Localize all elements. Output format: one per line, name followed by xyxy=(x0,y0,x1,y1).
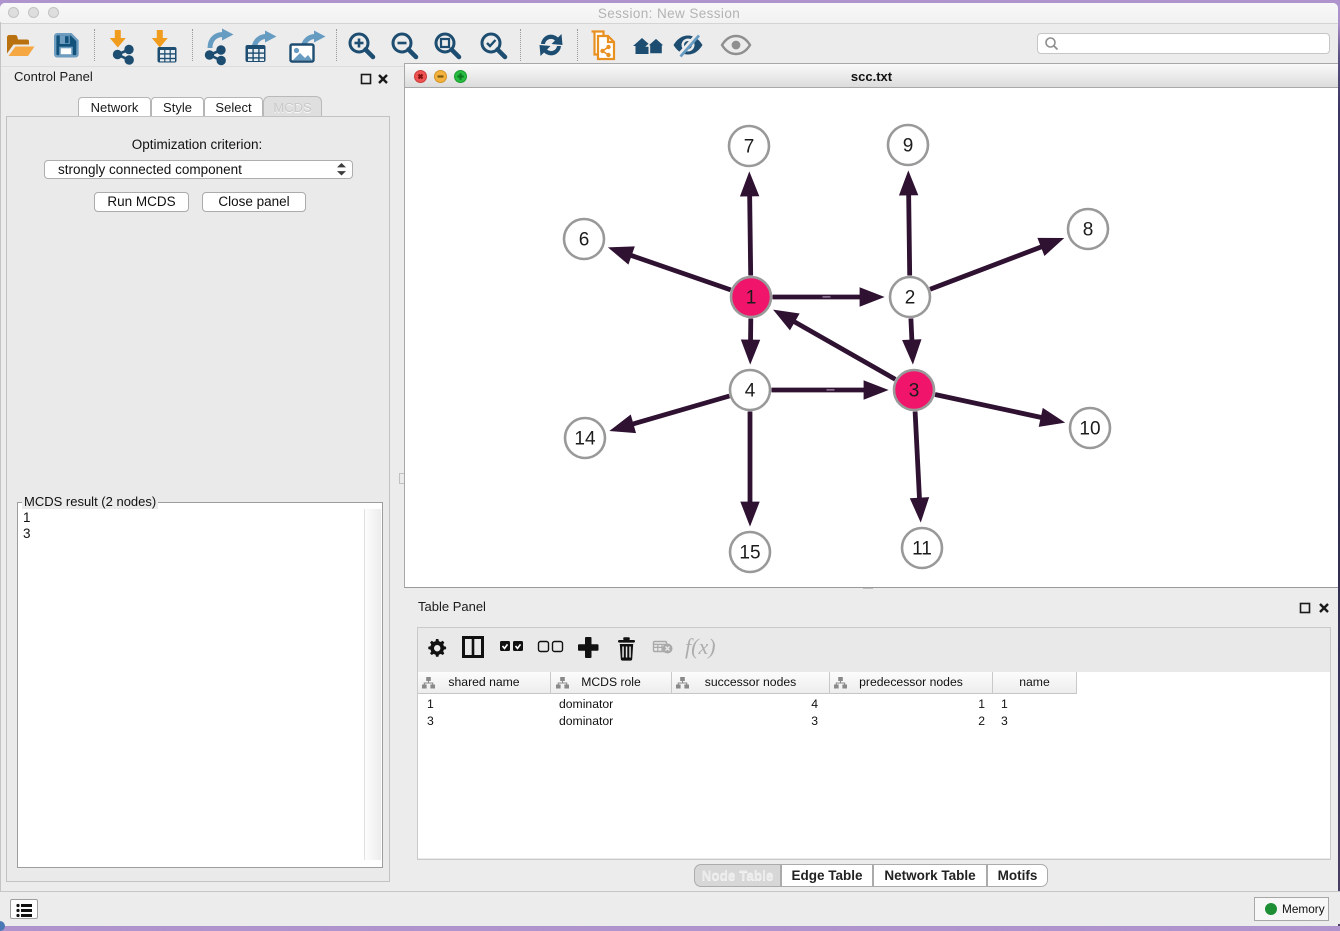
svg-text:15: 15 xyxy=(739,543,760,564)
svg-text:6: 6 xyxy=(579,230,590,251)
svg-text:7: 7 xyxy=(744,137,755,158)
svg-text:8: 8 xyxy=(1083,220,1094,241)
svg-text:1: 1 xyxy=(746,288,757,309)
svg-text:14: 14 xyxy=(574,429,596,450)
svg-text:3: 3 xyxy=(909,381,920,402)
svg-text:9: 9 xyxy=(903,136,914,157)
svg-text:2: 2 xyxy=(905,288,916,309)
svg-text:4: 4 xyxy=(745,381,756,402)
svg-text:11: 11 xyxy=(912,539,932,560)
svg-text:10: 10 xyxy=(1079,419,1100,440)
